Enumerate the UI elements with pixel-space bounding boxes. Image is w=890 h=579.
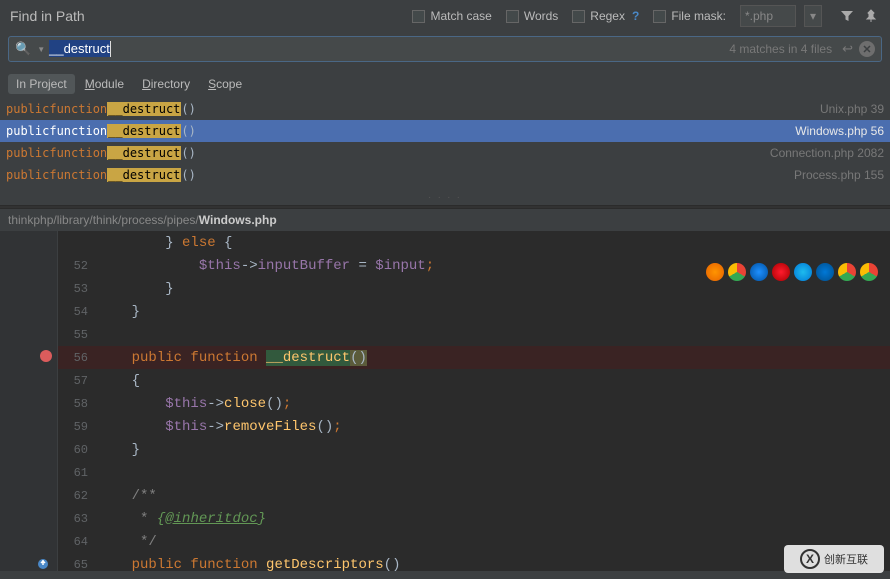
scope-tabs: In Project Module Directory Scope [0, 66, 890, 98]
tab-in-project[interactable]: In Project [8, 74, 75, 94]
code-line: 65 public function getDescriptors() [58, 553, 890, 571]
regex-checkbox[interactable]: Regex? [572, 9, 639, 23]
code-preview[interactable]: } else {52 $this->inputBuffer = $input;5… [0, 231, 890, 571]
chrome-icon-2[interactable] [838, 263, 856, 281]
dialog-header: Find in Path Match case Words Regex? Fil… [0, 0, 890, 32]
file-mask-input[interactable] [740, 5, 796, 27]
code-line: 64 */ [58, 530, 890, 553]
code-line: 56 public function __destruct() [58, 346, 890, 369]
clear-search-icon[interactable]: ✕ [859, 41, 875, 57]
match-case-checkbox[interactable]: Match case [412, 9, 491, 23]
tab-directory[interactable]: Directory [134, 74, 198, 94]
tab-module[interactable]: Module [77, 74, 132, 94]
preview-path: thinkphp/library/think/process/pipes/Win… [0, 209, 890, 231]
open-results-icon[interactable]: ↩ [836, 41, 859, 57]
gutter-override-icon[interactable] [36, 557, 50, 571]
pin-icon[interactable] [862, 7, 880, 25]
code-line: 63 * {@inheritdoc} [58, 507, 890, 530]
code-line: 55 [58, 323, 890, 346]
code-line: 57 { [58, 369, 890, 392]
file-mask-dropdown[interactable]: ▾ [804, 5, 822, 27]
words-checkbox[interactable]: Words [506, 9, 558, 23]
dialog-title: Find in Path [10, 8, 85, 24]
result-row[interactable]: public function __destruct()Process.php … [0, 164, 890, 186]
result-row[interactable]: public function __destruct()Unix.php 39 [0, 98, 890, 120]
filter-icon[interactable] [838, 7, 856, 25]
code-line: 62 /** [58, 484, 890, 507]
search-input[interactable]: __destruct [49, 41, 111, 58]
chrome-icon[interactable] [728, 263, 746, 281]
watermark: X创新互联 [784, 545, 884, 573]
results-separator: . . . . [0, 186, 890, 205]
search-bar[interactable]: 🔍 ▼ __destruct 4 matches in 4 files ↩ ✕ [8, 36, 882, 62]
chrome-icon-3[interactable] [860, 263, 878, 281]
code-line: } else { [58, 231, 890, 254]
code-line: 60 } [58, 438, 890, 461]
result-row[interactable]: public function __destruct()Windows.php … [0, 120, 890, 142]
gutter [0, 231, 58, 571]
file-mask-checkbox[interactable]: File mask: [653, 9, 726, 23]
ie-icon[interactable] [794, 263, 812, 281]
code-line: 61 [58, 461, 890, 484]
results-list: public function __destruct()Unix.php 39p… [0, 98, 890, 186]
regex-help-icon[interactable]: ? [632, 9, 639, 23]
browser-icons-panel [706, 263, 878, 281]
search-status: 4 matches in 4 files [729, 42, 836, 56]
code-line: 59 $this->removeFiles(); [58, 415, 890, 438]
result-row[interactable]: public function __destruct()Connection.p… [0, 142, 890, 164]
breakpoint-icon[interactable] [40, 350, 52, 362]
edge-icon[interactable] [816, 263, 834, 281]
safari-icon[interactable] [750, 263, 768, 281]
tab-scope[interactable]: Scope [200, 74, 250, 94]
search-history-dropdown[interactable]: ▼ [37, 45, 45, 54]
firefox-icon[interactable] [706, 263, 724, 281]
opera-icon[interactable] [772, 263, 790, 281]
code-line: 58 $this->close(); [58, 392, 890, 415]
code-line: 54 } [58, 300, 890, 323]
search-icon[interactable]: 🔍 [9, 41, 37, 57]
